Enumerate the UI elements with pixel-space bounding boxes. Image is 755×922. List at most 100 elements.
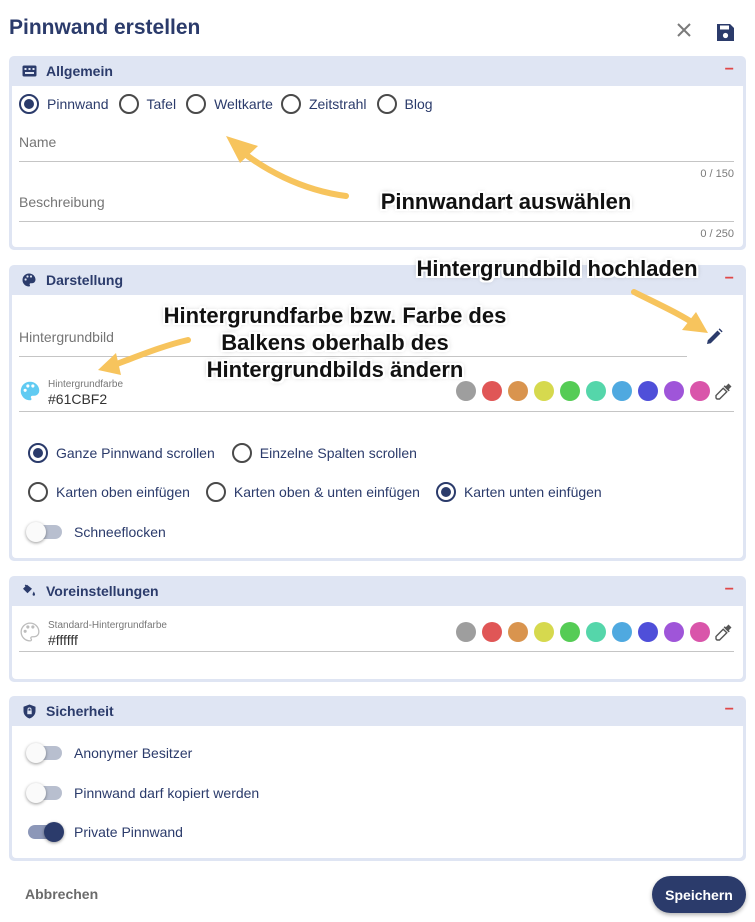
eyedropper-icon[interactable] xyxy=(715,623,733,641)
board-type-blog[interactable]: Blog xyxy=(376,94,433,114)
radio-label: Karten oben einfügen xyxy=(56,484,190,500)
dialog-title: Pinnwand erstellen xyxy=(9,16,201,39)
scroll-mode-group: Ganze Pinnwand scrollen Einzelne Spalten… xyxy=(28,443,417,463)
general-heading: Allgemein xyxy=(46,63,113,79)
radio-control[interactable] xyxy=(280,94,301,114)
color-swatch-6[interactable] xyxy=(612,622,632,642)
board-type-tafel[interactable]: Tafel xyxy=(118,94,177,114)
general-panel-body: Pinnwand Tafel Weltkarte Zeitstrahl Blog… xyxy=(12,86,743,247)
cards-bottom-option[interactable]: Karten unten einfügen xyxy=(435,482,602,502)
color-swatch-8[interactable] xyxy=(664,622,684,642)
anonymous-owner-toggle[interactable] xyxy=(26,743,62,763)
board-type-pinnwand[interactable]: Pinnwand xyxy=(19,94,109,114)
display-heading: Darstellung xyxy=(46,272,124,288)
palette-icon xyxy=(21,272,37,288)
security-panel: Sicherheit − Anonymer Besitzer Pinnwand … xyxy=(9,696,746,861)
radio-label: Blog xyxy=(404,96,433,112)
color-swatch-3[interactable] xyxy=(534,381,554,401)
collapse-general-icon[interactable]: − xyxy=(725,62,734,78)
private-board-toggle[interactable] xyxy=(28,822,64,842)
board-type-group: Pinnwand Tafel Weltkarte Zeitstrahl Blog xyxy=(19,94,433,114)
paint-bucket-icon xyxy=(21,583,37,599)
background-color-palette-icon[interactable] xyxy=(20,381,40,401)
color-swatch-1[interactable] xyxy=(482,381,502,401)
snowflakes-toggle[interactable] xyxy=(26,522,62,542)
scroll-whole-board-option[interactable]: Ganze Pinnwand scrollen xyxy=(28,443,215,463)
board-type-zeitstrahl[interactable]: Zeitstrahl xyxy=(280,94,367,114)
color-swatch-8[interactable] xyxy=(664,381,684,401)
cards-top-bottom-option[interactable]: Karten oben & unten einfügen xyxy=(205,482,420,502)
color-swatch-7[interactable] xyxy=(638,381,658,401)
standard-color-input[interactable]: #ffffff xyxy=(48,632,78,648)
radio-label: Zeitstrahl xyxy=(308,96,367,112)
standard-color-palette-icon[interactable] xyxy=(20,622,40,642)
description-field-underline xyxy=(19,221,734,222)
toggle-knob xyxy=(26,783,46,803)
name-field-underline xyxy=(19,161,734,162)
color-swatch-1[interactable] xyxy=(482,622,502,642)
security-panel-header[interactable]: Sicherheit − xyxy=(9,696,746,726)
eyedropper-icon[interactable] xyxy=(715,382,733,400)
background-color-swatches xyxy=(456,381,716,401)
color-swatch-4[interactable] xyxy=(560,622,580,642)
radio-control[interactable] xyxy=(231,443,252,463)
radio-control[interactable] xyxy=(28,482,48,502)
copy-allowed-label: Pinnwand darf kopiert werden xyxy=(74,785,260,801)
color-swatch-5[interactable] xyxy=(586,381,606,401)
color-swatch-2[interactable] xyxy=(508,381,528,401)
close-icon[interactable] xyxy=(676,22,692,38)
scroll-single-columns-option[interactable]: Einzelne Spalten scrollen xyxy=(231,443,417,463)
name-counter: 0 / 150 xyxy=(700,168,734,180)
save-button[interactable]: Speichern xyxy=(652,876,746,913)
collapse-display-icon[interactable]: − xyxy=(725,271,734,287)
card-insert-group: Karten oben einfügen Karten oben & unten… xyxy=(28,482,602,502)
standard-color-swatches xyxy=(456,622,716,642)
color-swatch-9[interactable] xyxy=(690,622,710,642)
defaults-heading: Voreinstellungen xyxy=(46,583,159,599)
defaults-panel: Voreinstellungen − Standard-Hintergrundf… xyxy=(9,576,746,682)
radio-label: Tafel xyxy=(146,96,177,112)
defaults-panel-header[interactable]: Voreinstellungen − xyxy=(9,576,746,606)
radio-control[interactable] xyxy=(205,482,226,502)
color-swatch-3[interactable] xyxy=(534,622,554,642)
cancel-button[interactable]: Abbrechen xyxy=(25,886,98,902)
toggle-knob xyxy=(26,522,46,542)
copy-allowed-toggle[interactable] xyxy=(26,783,62,803)
radio-label: Pinnwand xyxy=(47,96,109,112)
radio-control[interactable] xyxy=(376,94,397,114)
color-swatch-4[interactable] xyxy=(560,381,580,401)
radio-control[interactable] xyxy=(19,94,39,114)
color-swatch-0[interactable] xyxy=(456,622,476,642)
radio-control[interactable] xyxy=(435,482,456,502)
radio-label: Weltkarte xyxy=(214,96,273,112)
radio-label: Ganze Pinnwand scrollen xyxy=(56,445,215,461)
general-panel: Allgemein − Pinnwand Tafel Weltkarte Zei… xyxy=(9,56,746,250)
cards-top-option[interactable]: Karten oben einfügen xyxy=(28,482,190,502)
background-image-field[interactable]: Hintergrundbild xyxy=(19,329,114,345)
annotation-upload-background: Hintergrundbild hochladen xyxy=(416,256,698,281)
floppy-disk-icon[interactable] xyxy=(716,23,735,42)
color-swatch-5[interactable] xyxy=(586,622,606,642)
general-panel-header[interactable]: Allgemein − xyxy=(9,56,746,86)
radio-control[interactable] xyxy=(186,94,207,114)
standard-color-underline xyxy=(19,651,734,652)
private-board-label: Private Pinnwand xyxy=(74,824,183,840)
radio-label: Karten oben & unten einfügen xyxy=(233,484,420,500)
color-swatch-2[interactable] xyxy=(508,622,528,642)
radio-control[interactable] xyxy=(28,443,48,463)
annotation-board-type: Pinnwandart auswählen xyxy=(380,189,632,214)
color-swatch-9[interactable] xyxy=(690,381,710,401)
pencil-icon[interactable] xyxy=(705,328,723,346)
collapse-security-icon[interactable]: − xyxy=(725,702,734,718)
color-swatch-7[interactable] xyxy=(638,622,658,642)
radio-label: Karten unten einfügen xyxy=(463,484,602,500)
collapse-defaults-icon[interactable]: − xyxy=(725,582,734,598)
color-swatch-0[interactable] xyxy=(456,381,476,401)
name-field[interactable]: Name xyxy=(19,134,56,150)
background-color-input[interactable]: #61CBF2 xyxy=(48,391,107,407)
description-field[interactable]: Beschreibung xyxy=(19,194,105,210)
security-panel-body: Anonymer Besitzer Pinnwand darf kopiert … xyxy=(12,726,743,858)
board-type-weltkarte[interactable]: Weltkarte xyxy=(186,94,273,114)
color-swatch-6[interactable] xyxy=(612,381,632,401)
radio-control[interactable] xyxy=(118,94,139,114)
